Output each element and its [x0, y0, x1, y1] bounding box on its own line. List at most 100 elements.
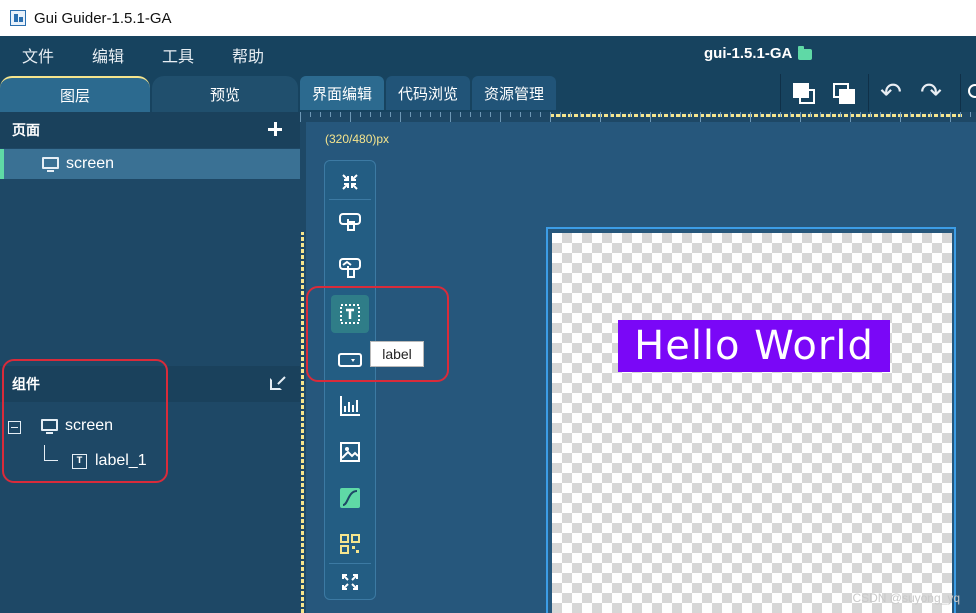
tree-item-label: label_1: [95, 452, 147, 469]
horizontal-ruler[interactable]: [300, 112, 976, 122]
menu-file[interactable]: 文件: [22, 43, 54, 67]
chart-widget-icon[interactable]: [331, 387, 369, 425]
ruler-tick: [820, 112, 821, 117]
ruler-tick: [320, 112, 321, 117]
vertical-ruler[interactable]: [300, 122, 306, 613]
image-widget-icon[interactable]: [331, 433, 369, 471]
copy-icon[interactable]: [790, 80, 816, 104]
ruler-tick: [830, 112, 831, 117]
collapse-icon[interactable]: [8, 421, 21, 434]
ruler-tick: [840, 112, 841, 117]
editor-tabs: 界面编辑 代码浏览 资源管理 ↶ ↷: [300, 74, 976, 112]
text-label-icon: T: [72, 453, 87, 469]
ruler-tick: [930, 112, 931, 117]
redo-icon[interactable]: ↷: [918, 79, 944, 105]
ruler-tick: [650, 112, 651, 122]
tab-preview[interactable]: 预览: [152, 76, 298, 112]
ruler-tick: [970, 112, 971, 117]
tab-layers[interactable]: 图层: [0, 76, 150, 112]
ruler-tick: [300, 112, 301, 122]
ruler-tick: [950, 112, 951, 122]
button-widget-icon[interactable]: [331, 203, 369, 241]
ruler-tick: [610, 112, 611, 117]
toolbar-divider: [868, 74, 869, 112]
label-widget-icon[interactable]: [331, 295, 369, 333]
ruler-tick: [900, 112, 901, 122]
menu-edit[interactable]: 编辑: [92, 43, 124, 67]
menu-help[interactable]: 帮助: [232, 43, 264, 67]
tree-item-screen[interactable]: screen: [0, 414, 300, 440]
ruler-tick: [330, 112, 331, 117]
ruler-tick: [890, 112, 891, 117]
ruler-tick: [760, 112, 761, 117]
ruler-tick: [780, 112, 781, 117]
ruler-tick: [700, 112, 701, 122]
app-logo-icon: [10, 10, 26, 26]
ruler-tick: [510, 112, 511, 117]
ruler-tick: [310, 112, 311, 117]
canvas-area: (320/480)px label Hello World CSDN @suyo…: [300, 112, 976, 613]
ruler-tick: [960, 112, 961, 117]
external-link-icon[interactable]: [270, 378, 282, 390]
folder-open-icon[interactable]: [798, 46, 813, 60]
ruler-tick: [630, 112, 631, 117]
ruler-tick: [590, 112, 591, 117]
ruler-tick: [490, 112, 491, 117]
ruler-tick: [340, 112, 341, 117]
components-title: 组件: [12, 376, 40, 392]
ruler-tick: [360, 112, 361, 117]
ruler-tick: [580, 112, 581, 117]
ruler-tick: [740, 112, 741, 117]
add-page-icon[interactable]: [268, 122, 282, 136]
ruler-tick: [460, 112, 461, 117]
ruler-tick: [440, 112, 441, 117]
image-button-widget-icon[interactable]: [331, 249, 369, 287]
ruler-tick: [530, 112, 531, 117]
project-title: gui-1.5.1-GA: [704, 45, 813, 62]
menu-bar: 文件 编辑 工具 帮助 gui-1.5.1-GA: [0, 36, 976, 74]
project-name-text: gui-1.5.1-GA: [704, 45, 793, 62]
pages-title: 页面: [12, 122, 40, 138]
ruler-tick: [660, 112, 661, 117]
paste-icon[interactable]: [830, 80, 856, 104]
page-item-label: screen: [66, 155, 115, 172]
menu-tools[interactable]: 工具: [162, 43, 194, 67]
label-1-widget[interactable]: Hello World: [618, 320, 890, 372]
ruler-tick: [350, 112, 351, 122]
widget-toolbar: [324, 160, 376, 600]
screen-frame[interactable]: Hello World: [546, 227, 956, 613]
page-item-screen[interactable]: screen: [0, 149, 300, 179]
qrcode-widget-icon[interactable]: [331, 525, 369, 563]
undo-icon[interactable]: ↶: [878, 79, 904, 105]
toolbar-divider: [780, 74, 781, 112]
ruler-tick: [940, 112, 941, 117]
collapse-arrows-icon[interactable]: [331, 163, 369, 201]
expand-arrows-icon[interactable]: [331, 565, 369, 599]
left-panel-tabs: 图层 预览: [0, 74, 300, 112]
ruler-tick: [770, 112, 771, 117]
screen-canvas[interactable]: Hello World: [552, 233, 952, 613]
ruler-tick: [720, 112, 721, 117]
tab-resource-manager[interactable]: 资源管理: [472, 76, 556, 110]
line-widget-icon[interactable]: [331, 479, 369, 517]
ruler-tick: [550, 112, 551, 122]
ruler-tick: [790, 112, 791, 117]
dropdown-widget-icon[interactable]: [331, 341, 369, 379]
ruler-tick: [670, 112, 671, 117]
ruler-tick: [680, 112, 681, 117]
search-icon[interactable]: [968, 80, 976, 104]
window-title: Gui Guider-1.5.1-GA: [34, 9, 172, 27]
tab-ui-editor[interactable]: 界面编辑: [300, 76, 384, 110]
tree-item-label-1[interactable]: T label_1: [72, 448, 147, 474]
ruler-tick: [880, 112, 881, 117]
ruler-tick: [640, 112, 641, 117]
ruler-tick: [430, 112, 431, 117]
ruler-tick: [410, 112, 411, 117]
watermark-text: CSDN @suyong_yq: [852, 591, 960, 605]
title-bar: Gui Guider-1.5.1-GA: [0, 0, 976, 36]
tab-code-view[interactable]: 代码浏览: [386, 76, 470, 110]
monitor-icon: [42, 157, 59, 172]
ruler-tick: [800, 112, 801, 122]
ruler-tick: [400, 112, 401, 122]
toolbar-divider: [960, 74, 961, 112]
